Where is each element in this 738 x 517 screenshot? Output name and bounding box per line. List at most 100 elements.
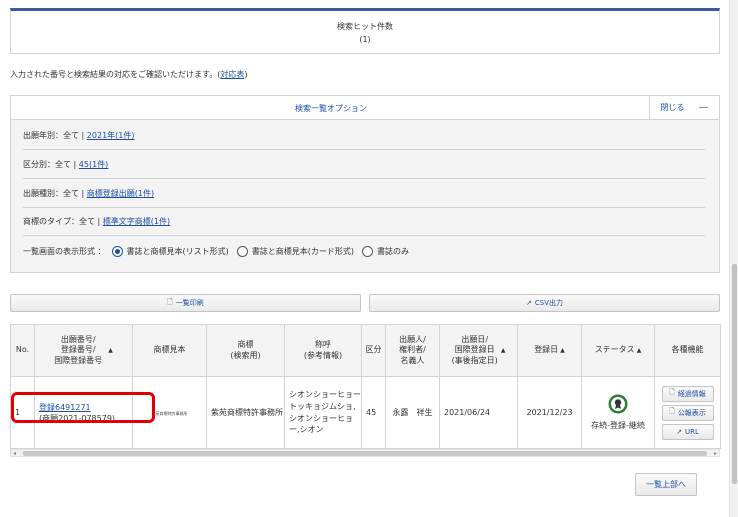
col-date-line2: 国際登録日	[454, 345, 495, 355]
back-to-top-button[interactable]: 一覧上部へ	[635, 473, 697, 496]
list-print-label: 一覧印刷	[175, 299, 204, 307]
row-class: 45	[361, 376, 386, 449]
col-applicant-line1: 出願人/	[399, 334, 426, 344]
hit-count-title: 検索ヒット件数	[337, 22, 393, 31]
progress-info-label: 経過情報	[677, 389, 706, 398]
row-applicant: 永露 祥生	[385, 376, 440, 449]
document-icon: 🗋	[167, 297, 173, 306]
note-close: )	[244, 70, 248, 79]
hit-count-panel: 検索ヒット件数 (1)	[10, 8, 720, 54]
list-print-button[interactable]: 🗋 一覧印刷	[10, 294, 361, 312]
col-class: 区分	[361, 324, 386, 377]
table-row: 1 登録6491271 (商願2021-078579) 紫苑商標特許事務所 紫苑…	[10, 376, 721, 449]
horizontal-scroll-thumb[interactable]	[23, 451, 707, 456]
col-date-line3: (事後指定日)	[451, 355, 498, 365]
col-mark-line2: (検索用)	[230, 350, 261, 360]
sort-asc-icon: ▲	[560, 347, 565, 355]
url-label: URL	[684, 427, 699, 436]
row-number-cell: 登録6491271 (商願2021-078579)	[34, 376, 133, 449]
options-close-label: 閉じる	[660, 103, 685, 112]
scroll-left-icon[interactable]: ◂	[13, 450, 16, 457]
display-list-radio[interactable]: 書誌と商標見本(リスト形式)	[111, 245, 229, 257]
row-reg-date: 2021/12/23	[517, 376, 582, 449]
col-applicant-line2: 権利者/	[399, 345, 426, 355]
col-number[interactable]: 出願番号/ 登録番号/ 国際登録番号 ▲	[34, 324, 133, 377]
col-status-label: ステータス	[594, 345, 635, 355]
search-list-options-panel: 検索一覧オプション 閉じる — 出願年別：全て | 2021年(1件) 区分別：…	[10, 95, 720, 273]
results-table: No. 出願番号/ 登録番号/ 国際登録番号 ▲ 商標見本 商標 (検索用) 称…	[10, 324, 721, 449]
filter-row-mark-type: 商標のタイプ：全て | 標準文字商標(1件)	[23, 208, 705, 236]
col-reg-date[interactable]: 登録日 ▲	[517, 324, 582, 377]
gazette-display-label: 公報表示	[677, 408, 706, 417]
radio-empty-icon	[362, 245, 374, 257]
options-title[interactable]: 検索一覧オプション	[11, 103, 651, 114]
csv-export-button[interactable]: ↗ CSV出力	[369, 294, 720, 312]
col-status[interactable]: ステータス ▲	[581, 324, 655, 377]
scroll-right-icon[interactable]: ▸	[714, 450, 717, 457]
col-no: No.	[10, 324, 35, 377]
col-date[interactable]: 出願日/ 国際登録日 (事後指定日) ▲	[439, 324, 518, 377]
filter-class-label: 区分別：全て |	[23, 160, 77, 169]
filter-class-link[interactable]: 45(1件)	[79, 159, 109, 170]
url-button[interactable]: ↗ URL	[661, 423, 714, 440]
display-format-label: 一覧画面の表示形式 ：	[23, 246, 106, 256]
filter-row-year: 出願年別：全て | 2021年(1件)	[23, 122, 705, 150]
status-text: 存続-登録-継続	[591, 421, 645, 430]
filter-mark-type-label: 商標のタイプ：全て |	[23, 217, 101, 226]
col-mark-line1: 商標	[237, 340, 254, 350]
display-biblio-radio[interactable]: 書誌のみ	[362, 245, 410, 257]
sort-asc-icon: ▲	[500, 346, 506, 354]
display-list-label: 書誌と商標見本(リスト形式)	[126, 246, 229, 256]
filter-mark-type-link[interactable]: 標準文字商標(1件)	[103, 216, 170, 227]
col-number-line2: 登録番号/	[60, 345, 96, 355]
correspondence-note: 入力された番号と検索結果の対応をご確認いただけます。(対応表)	[10, 69, 247, 80]
row-no: 1	[10, 376, 35, 449]
row-sample-cell: 紫苑商標特許事務所	[132, 376, 207, 449]
row-call: シオンショーヒョートッキョジムショ,シオンショーヒョー,シオン	[284, 376, 362, 449]
col-mark: 商標 (検索用)	[206, 324, 285, 377]
filter-app-type-label: 出願種別：全て |	[23, 189, 85, 198]
document-icon: 🗋	[669, 407, 675, 415]
vertical-scroll-thumb[interactable]	[732, 264, 737, 484]
options-header: 検索一覧オプション 閉じる —	[11, 96, 719, 120]
col-sample: 商標見本	[132, 324, 207, 377]
status-seal-icon	[608, 394, 628, 414]
row-functions-cell: 🗋 経過情報 🗋 公報表示 ↗ URL	[654, 376, 721, 449]
col-applicant-line3: 名義人	[400, 355, 425, 365]
note-text: 入力された番号と検索結果の対応をご確認いただけます。(	[10, 70, 221, 79]
row-date: 2021/06/24	[439, 376, 518, 449]
gazette-display-button[interactable]: 🗋 公報表示	[661, 404, 714, 421]
filter-row-class: 区分別：全て | 45(1件)	[23, 151, 705, 179]
col-functions: 各種機能	[654, 324, 721, 377]
sort-asc-icon: ▲	[108, 346, 113, 354]
sort-asc-icon: ▲	[636, 347, 642, 355]
vertical-scrollbar[interactable]	[729, 0, 738, 517]
hit-count-value: (1)	[359, 35, 371, 44]
display-biblio-label: 書誌のみ	[377, 246, 410, 256]
collapse-icon: —	[698, 102, 709, 113]
external-link-icon: ↗	[526, 299, 532, 307]
trademark-sample-image: 紫苑商標特許事務所	[151, 411, 188, 416]
filter-app-type-link[interactable]: 商標登録出願(1件)	[87, 188, 154, 199]
col-reg-date-label: 登録日	[534, 345, 559, 355]
col-number-line3: 国際登録番号	[54, 355, 103, 365]
progress-info-button[interactable]: 🗋 経過情報	[661, 385, 714, 402]
filter-row-app-type: 出願種別：全て | 商標登録出願(1件)	[23, 180, 705, 208]
col-number-line1: 出願番号/	[60, 334, 96, 344]
display-card-radio[interactable]: 書誌と商標見本(カード形式)	[236, 245, 355, 257]
row-status-cell: 存続-登録-継続	[581, 376, 655, 449]
col-call: 称呼 (参考情報)	[284, 324, 362, 377]
horizontal-scrollbar[interactable]: ◂ ▸	[10, 449, 720, 457]
application-number: (商願2021-078579)	[39, 413, 116, 423]
table-header-row: No. 出願番号/ 登録番号/ 国際登録番号 ▲ 商標見本 商標 (検索用) 称…	[10, 324, 721, 377]
col-call-line2: (参考情報)	[303, 350, 343, 360]
radio-selected-icon	[111, 245, 123, 257]
csv-export-label: CSV出力	[534, 299, 563, 307]
filter-year-label: 出願年別：全て |	[23, 131, 85, 140]
correspondence-table-link[interactable]: 対応表	[220, 70, 244, 79]
options-close-button[interactable]: 閉じる —	[649, 96, 719, 119]
display-card-label: 書誌と商標見本(カード形式)	[251, 246, 355, 256]
filter-year-link[interactable]: 2021年(1件)	[87, 130, 135, 141]
radio-empty-icon	[236, 245, 248, 257]
registration-number-link[interactable]: 登録6491271	[39, 403, 91, 412]
